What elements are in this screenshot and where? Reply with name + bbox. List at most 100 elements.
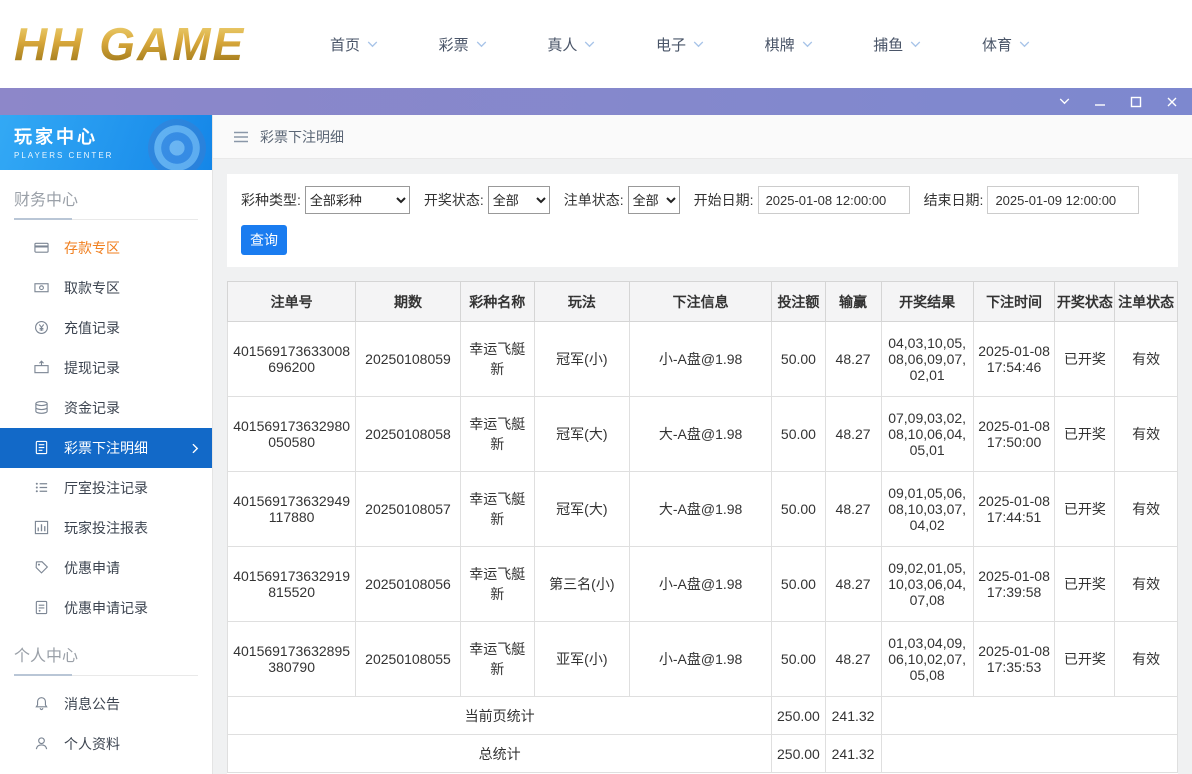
chevron-down-icon[interactable] (1059, 96, 1070, 108)
sidebar-item-消息公告[interactable]: 消息公告 (0, 684, 212, 724)
nav-item-电子[interactable]: 电子 (656, 34, 704, 55)
player-report-icon (34, 520, 50, 536)
bell-icon (34, 696, 50, 712)
column-header-投注额: 投注额 (772, 282, 825, 322)
draw-status-select[interactable]: 全部 (488, 186, 550, 214)
table-header-row: 注单号期数彩种名称玩法下注信息投注额输赢开奖结果下注时间开奖状态注单状态 (228, 282, 1178, 322)
maximize-icon[interactable] (1130, 96, 1142, 108)
table-row: 40156917363300869620020250108059幸运飞艇新冠军(… (228, 322, 1178, 397)
summary-win-total: 241.32 (825, 697, 881, 735)
column-header-开奖状态: 开奖状态 (1055, 282, 1115, 322)
top-header: HH GAME 首页彩票真人电子棋牌捕鱼体育 (0, 0, 1192, 88)
column-header-注单号: 注单号 (228, 282, 356, 322)
nav-item-捕鱼[interactable]: 捕鱼 (873, 34, 921, 55)
nav-item-label: 捕鱼 (873, 34, 903, 55)
sidebar-header: 玩家中心 PLAYERS CENTER (0, 115, 212, 170)
order-status-select[interactable]: 全部 (628, 186, 680, 214)
table-row: 40156917363294911788020250108057幸运飞艇新冠军(… (228, 472, 1178, 547)
sidebar-item-优惠申请[interactable]: 优惠申请 (0, 548, 212, 588)
table-card: 注单号期数彩种名称玩法下注信息投注额输赢开奖结果下注时间开奖状态注单状态4015… (227, 281, 1178, 774)
column-header-下注时间: 下注时间 (973, 282, 1055, 322)
summary-win-total: 241.32 (825, 735, 881, 773)
sidebar-item-label: 优惠申请 (64, 558, 120, 578)
table-cell-彩种名称: 幸运飞艇新 (460, 397, 534, 472)
table-cell-下注信息: 小-A盘@1.98 (629, 622, 772, 697)
sidebar-item-优惠申请记录[interactable]: 优惠申请记录 (0, 588, 212, 628)
sidebar-item-label: 取款专区 (64, 278, 120, 298)
funds-record-icon (34, 400, 50, 416)
hall-bet-record-icon (34, 480, 50, 496)
chevron-down-icon (802, 41, 813, 48)
chevron-down-icon (367, 41, 378, 48)
sidebar-item-label: 存款专区 (64, 238, 120, 258)
draw-status-label: 开奖状态: (424, 190, 484, 210)
table-cell-投注额: 50.00 (772, 397, 825, 472)
column-header-注单状态: 注单状态 (1115, 282, 1178, 322)
bets-table: 注单号期数彩种名称玩法下注信息投注额输赢开奖结果下注时间开奖状态注单状态4015… (227, 281, 1178, 773)
cashout-record-icon (34, 360, 50, 376)
column-header-下注信息: 下注信息 (629, 282, 772, 322)
table-cell-彩种名称: 幸运飞艇新 (460, 472, 534, 547)
sidebar-item-个人资料[interactable]: 个人资料 (0, 724, 212, 764)
end-date-input[interactable] (987, 186, 1139, 214)
table-cell-投注额: 50.00 (772, 472, 825, 547)
table-cell-注单号: 401569173632919815520 (228, 547, 356, 622)
summary-empty (881, 735, 1177, 773)
summary-label: 当前页统计 (228, 697, 772, 735)
promo-record-icon (34, 600, 50, 616)
nav-item-首页[interactable]: 首页 (330, 34, 378, 55)
sidebar-section-title: 个人中心 (14, 642, 198, 676)
table-cell-开奖状态: 已开奖 (1055, 397, 1115, 472)
nav-item-棋牌[interactable]: 棋牌 (765, 34, 813, 55)
summary-empty (881, 697, 1177, 735)
sidebar-item-取款专区[interactable]: 取款专区 (0, 268, 212, 308)
menu-icon[interactable] (233, 131, 249, 143)
table-cell-开奖状态: 已开奖 (1055, 622, 1115, 697)
table-cell-彩种名称: 幸运飞艇新 (460, 322, 534, 397)
table-cell-投注额: 50.00 (772, 622, 825, 697)
filter-row: 彩种类型: 全部彩种 开奖状态: 全部 注单状态: 全部 开始日期: 结束日期: (241, 186, 1164, 214)
sidebar-item-修改密码[interactable]: 修改密码 (0, 764, 212, 774)
search-button[interactable]: 查询 (241, 225, 287, 255)
minimize-icon[interactable] (1094, 96, 1106, 108)
sidebar-item-资金记录[interactable]: 资金记录 (0, 388, 212, 428)
table-cell-下注时间: 2025-01-08 17:54:46 (973, 322, 1055, 397)
start-date-input[interactable] (758, 186, 910, 214)
nav-item-label: 真人 (547, 34, 577, 55)
table-cell-注单号: 401569173632949117880 (228, 472, 356, 547)
sidebar-item-充值记录[interactable]: 充值记录 (0, 308, 212, 348)
lottery-type-select[interactable]: 全部彩种 (305, 186, 410, 214)
sidebar-item-提现记录[interactable]: 提现记录 (0, 348, 212, 388)
sidebar-item-玩家投注报表[interactable]: 玩家投注报表 (0, 508, 212, 548)
table-cell-开奖结果: 09,02,01,05,10,03,06,04,07,08 (881, 547, 973, 622)
window-controls (1059, 96, 1178, 108)
table-cell-投注额: 50.00 (772, 322, 825, 397)
sidebar-item-存款专区[interactable]: 存款专区 (0, 228, 212, 268)
table-cell-期数: 20250108058 (356, 397, 461, 472)
nav-item-真人[interactable]: 真人 (547, 34, 595, 55)
app-body: 玩家中心 PLAYERS CENTER 财务中心存款专区取款专区充值记录提现记录… (0, 115, 1192, 774)
sidebar-item-彩票下注明细[interactable]: 彩票下注明细 (0, 428, 212, 468)
column-header-输赢: 输赢 (825, 282, 881, 322)
close-icon[interactable] (1166, 96, 1178, 108)
table-cell-下注信息: 大-A盘@1.98 (629, 397, 772, 472)
filter-panel: 彩种类型: 全部彩种 开奖状态: 全部 注单状态: 全部 开始日期: 结束日期:… (227, 174, 1178, 267)
chevron-down-icon (910, 41, 921, 48)
sidebar-item-厅室投注记录[interactable]: 厅室投注记录 (0, 468, 212, 508)
table-cell-期数: 20250108056 (356, 547, 461, 622)
table-cell-输赢: 48.27 (825, 472, 881, 547)
column-header-彩种名称: 彩种名称 (460, 282, 534, 322)
nav-item-体育[interactable]: 体育 (982, 34, 1030, 55)
table-cell-下注信息: 小-A盘@1.98 (629, 322, 772, 397)
table-cell-下注时间: 2025-01-08 17:35:53 (973, 622, 1055, 697)
table-cell-输赢: 48.27 (825, 322, 881, 397)
summary-bet-total: 250.00 (772, 697, 825, 735)
table-cell-期数: 20250108057 (356, 472, 461, 547)
table-cell-彩种名称: 幸运飞艇新 (460, 547, 534, 622)
start-date-label: 开始日期: (694, 190, 754, 210)
sidebar-item-label: 充值记录 (64, 318, 120, 338)
nav-item-彩票[interactable]: 彩票 (439, 34, 487, 55)
table-cell-注单状态: 有效 (1115, 547, 1178, 622)
chevron-down-icon (476, 41, 487, 48)
sidebar-item-label: 提现记录 (64, 358, 120, 378)
